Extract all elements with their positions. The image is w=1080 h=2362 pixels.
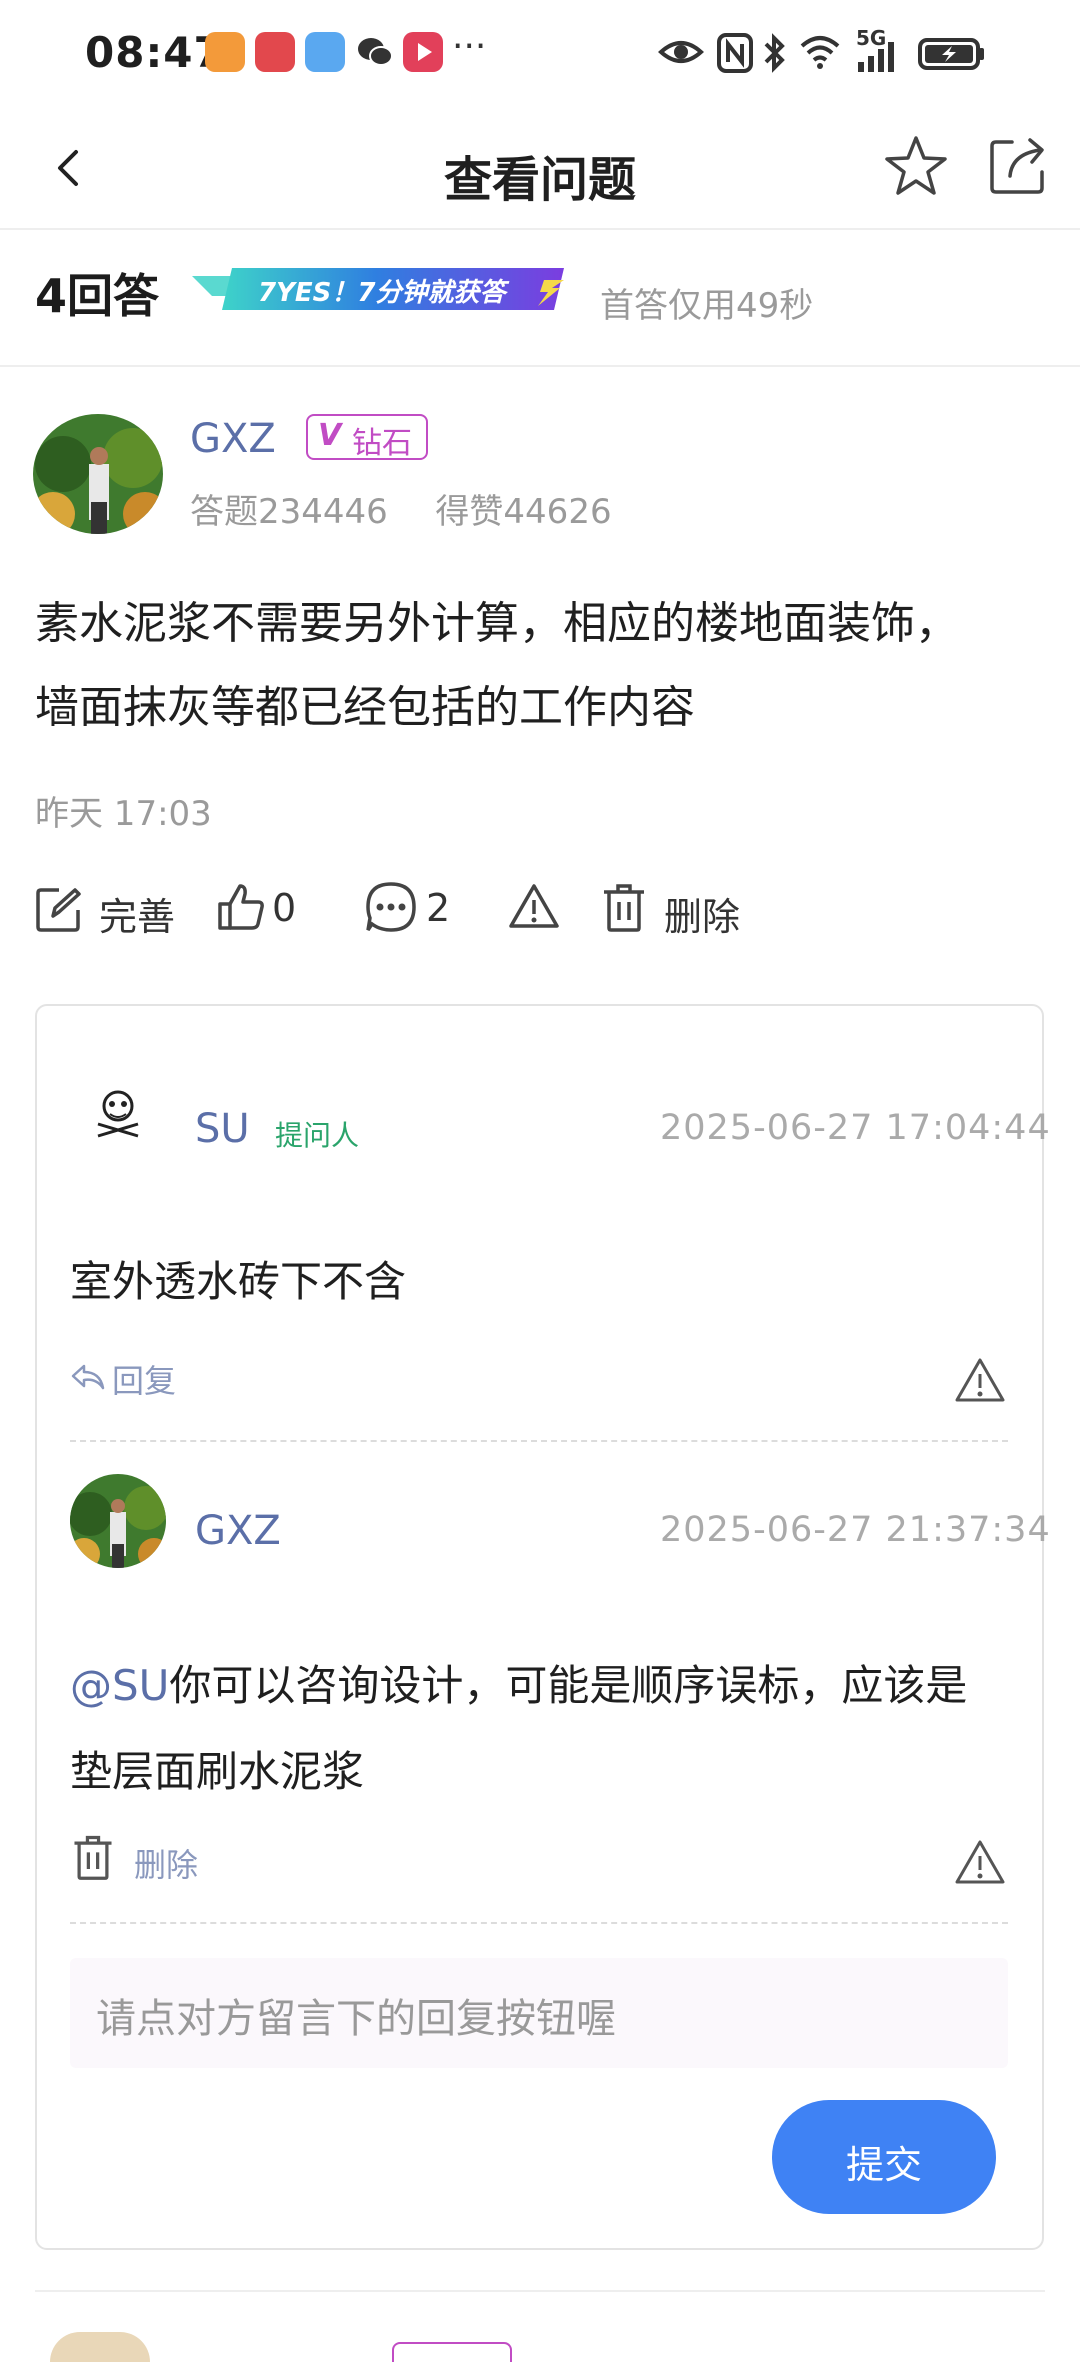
mention[interactable]: @SU [70, 1661, 169, 1710]
battery-icon [918, 38, 984, 70]
comment-icon [366, 882, 416, 932]
answer-time: 昨天 17:03 [35, 794, 212, 834]
next-answer-badge-peek [392, 2342, 512, 2362]
delete-comment-label: 删除 [134, 1846, 199, 1884]
comment-text: 室外透水砖下不含 [70, 1257, 407, 1306]
reply-label: 回复 [112, 1362, 177, 1400]
warning-icon [955, 1840, 1005, 1884]
app-icon-1 [205, 32, 245, 72]
answer-text-line1: 素水泥浆不需要另外计算，相应的楼地面装饰， [35, 598, 959, 649]
report-button[interactable] [508, 882, 560, 934]
delete-answer-label: 删除 [664, 895, 741, 939]
status-more: ··· [452, 26, 487, 67]
share-icon[interactable] [982, 130, 1054, 202]
answer-text-line2: 墙面抹灰等都已经包括的工作内容 [35, 682, 695, 733]
video-app-icon [403, 32, 443, 72]
comment-text-line1: 你可以咨询设计，可能是顺序误标，应该是 [169, 1661, 968, 1710]
commenter-avatar[interactable] [90, 1082, 146, 1138]
submit-label: 提交 [845, 2143, 922, 2187]
status-bar: 08:47 ··· 5G [0, 0, 1080, 110]
comment-username[interactable]: SU [195, 1106, 250, 1152]
warning-icon [955, 1358, 1005, 1402]
trash-icon [604, 884, 644, 932]
comment-time: 2025-06-27 21:37:34 [660, 1510, 1051, 1550]
bluetooth-icon [764, 33, 785, 73]
commenter-avatar[interactable] [70, 1474, 166, 1568]
reply-icon [71, 1364, 105, 1390]
report-comment-button[interactable] [954, 1838, 1006, 1886]
eye-icon [658, 41, 704, 63]
comment-input[interactable]: 请点对方留言下的回复按钮喔 [70, 1958, 1008, 2068]
star-icon[interactable] [880, 130, 952, 202]
next-answer-avatar-peek [50, 2332, 150, 2362]
likes-received-count: 得赞44626 [435, 492, 612, 532]
answer-questions-count: 答题234446 [190, 492, 388, 532]
improve-button[interactable]: 完善 [33, 880, 183, 940]
signal-icon [858, 42, 894, 72]
comment-divider [70, 1440, 1008, 1442]
comment-username[interactable]: GXZ [195, 1508, 281, 1554]
wifi-icon [800, 36, 840, 69]
diamond-badge-label: 钻石 [352, 426, 412, 461]
wechat-icon [355, 32, 395, 72]
nfc-icon [717, 33, 753, 73]
avatar[interactable] [33, 414, 163, 534]
nav-bar: 查看问题 [0, 110, 1080, 230]
trash-icon [74, 1835, 112, 1880]
user-stats: 答题234446 得赞44626 [190, 484, 612, 533]
submit-button[interactable]: 提交 [772, 2100, 996, 2214]
app-icon-2 [255, 32, 295, 72]
answer-actions: 完善 0 2 删除 [0, 880, 1080, 940]
status-right-icons: 5G [650, 26, 1010, 80]
edit-icon [36, 888, 81, 932]
delete-comment-button[interactable]: 删除 [70, 1832, 210, 1884]
diamond-v-icon: V [318, 418, 342, 453]
first-answer-time: 首答仅用49秒 [600, 286, 814, 326]
comment-text-line2: 垫层面刷水泥浆 [70, 1747, 365, 1796]
comment-input-placeholder: 请点对方留言下的回复按钮喔 [96, 1996, 616, 2042]
reply-button[interactable]: 回复 [70, 1356, 190, 1400]
delete-answer-button[interactable]: 删除 [600, 880, 750, 940]
comment-button[interactable]: 2 [364, 880, 464, 940]
quick-answer-badge-text: 7YES！7分钟就获答 [258, 278, 506, 308]
comment-text: @SU你可以咨询设计，可能是顺序误标，应该是 垫层面刷水泥浆 [70, 1648, 1010, 1810]
warning-icon [509, 884, 559, 928]
comment-count: 2 [426, 886, 451, 930]
diamond-badge: V 钻石 [306, 414, 428, 461]
answer-text: 素水泥浆不需要另外计算，相应的楼地面装饰， 墙面抹灰等都已经包括的工作内容 [35, 582, 1045, 750]
status-time: 08:47 [85, 28, 224, 77]
section-divider [35, 2290, 1045, 2292]
answers-header: 4回答 7YES！7分钟就获答 首答仅用49秒 [0, 230, 1080, 367]
comment-divider [70, 1922, 1008, 1924]
report-comment-button[interactable] [954, 1356, 1006, 1404]
answer-count: 4回答 [35, 269, 160, 323]
comment-time: 2025-06-27 17:04:44 [660, 1108, 1051, 1148]
thumbs-up-icon [218, 884, 264, 930]
app-icon-3 [305, 32, 345, 72]
like-count: 0 [272, 886, 297, 930]
asker-tag: 提问人 [275, 1119, 360, 1152]
improve-label: 完善 [99, 895, 176, 939]
like-button[interactable]: 0 [216, 880, 306, 940]
quick-answer-badge: 7YES！7分钟就获答 [192, 266, 564, 320]
answer-username[interactable]: GXZ [190, 416, 276, 462]
